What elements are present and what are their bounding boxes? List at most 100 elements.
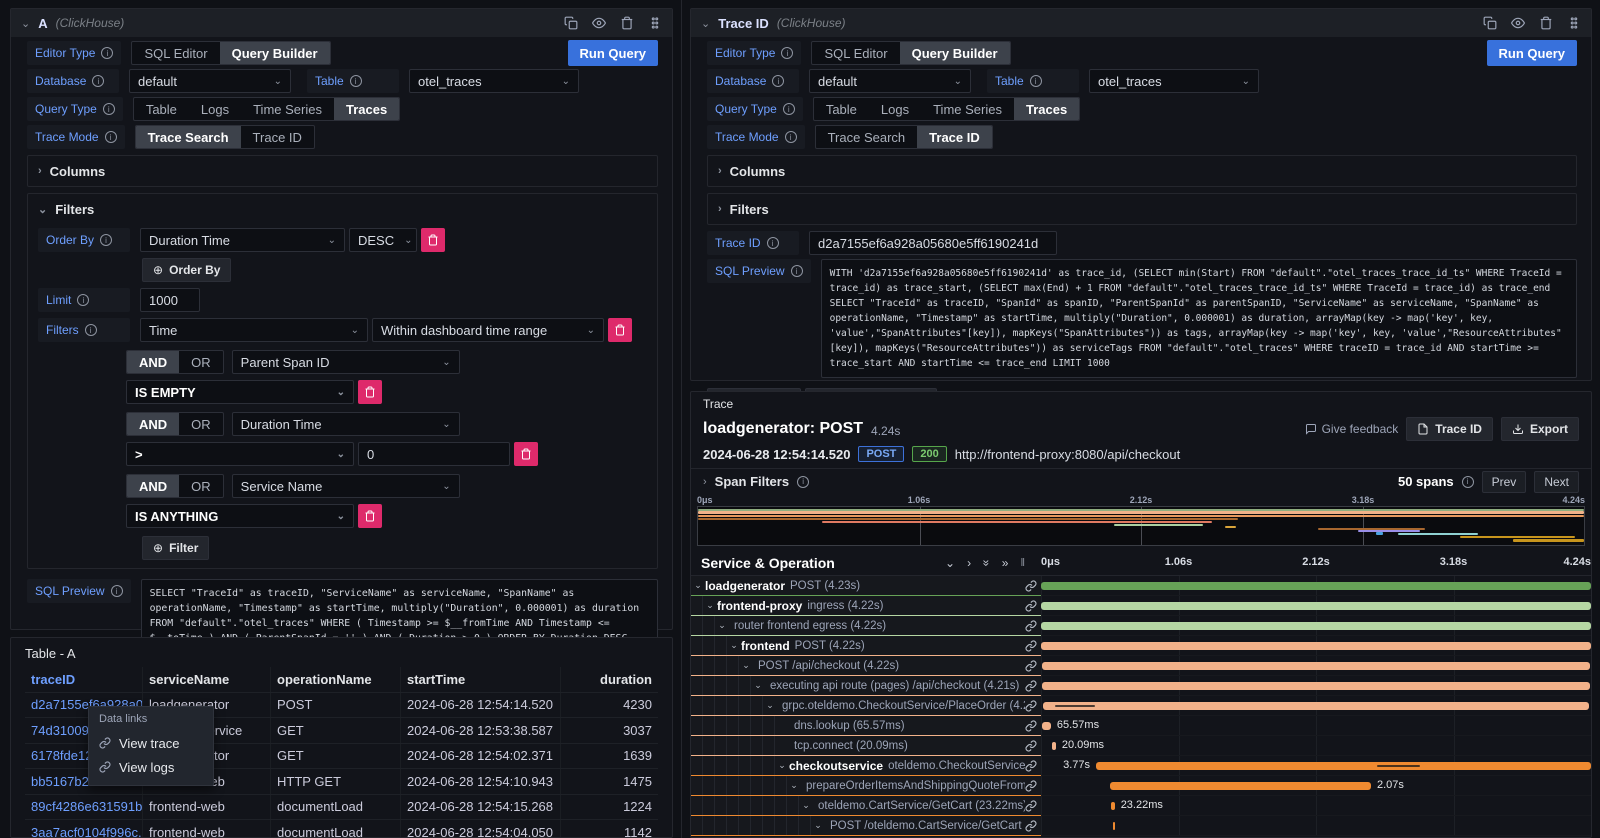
condition-field-select[interactable]: Service Name⌄ bbox=[232, 474, 460, 498]
join-and-option[interactable]: AND bbox=[127, 475, 179, 497]
span-timeline-cell[interactable] bbox=[1041, 576, 1591, 596]
join-or-option[interactable]: OR bbox=[179, 351, 223, 373]
table-row[interactable]: 3aa7acf0104f996c...frontend-webdocumentL… bbox=[25, 820, 658, 838]
span-link-icon[interactable] bbox=[1025, 720, 1037, 732]
export-button[interactable]: Export bbox=[1501, 417, 1579, 441]
trace-id-link[interactable]: 3aa7acf0104f996c... bbox=[25, 820, 143, 838]
panel-header-trace-id[interactable]: ⌄ Trace ID (ClickHouse) bbox=[691, 9, 1591, 37]
trace-mode-id[interactable]: Trace ID bbox=[917, 126, 992, 148]
trace-span-row[interactable]: ⌄executing api route (pages) /api/checko… bbox=[691, 676, 1591, 696]
condition-field-select[interactable]: Parent Span ID⌄ bbox=[232, 350, 460, 374]
span-timeline-cell[interactable]: 20.09ms bbox=[1041, 736, 1591, 756]
chevron-down-icon[interactable]: ⌄ bbox=[775, 760, 789, 771]
trace-span-row[interactable]: dns.lookup (65.57ms)65.57ms bbox=[691, 716, 1591, 736]
span-duration-bar[interactable] bbox=[1042, 722, 1051, 730]
table-select[interactable]: otel_traces⌄ bbox=[409, 69, 579, 93]
column-resizer-handle[interactable]: ‖ bbox=[1020, 557, 1025, 569]
span-timeline-cell[interactable] bbox=[1041, 596, 1591, 616]
expand-one-icon[interactable]: › bbox=[967, 556, 971, 570]
span-name-cell[interactable]: ⌄checkoutserviceoteldemo.CheckoutService… bbox=[691, 756, 1041, 776]
span-name-cell[interactable]: dns.lookup (65.57ms) bbox=[691, 716, 1041, 736]
add-order-by-button[interactable]: ⊕Order By bbox=[142, 258, 231, 282]
span-name-cell[interactable]: ⌄frontendPOST (4.22s) bbox=[691, 636, 1041, 656]
span-timeline-cell[interactable] bbox=[1041, 656, 1591, 676]
span-name-cell[interactable]: tcp.connect (20.09ms) bbox=[691, 736, 1041, 756]
panel-header-a[interactable]: ⌄ A (ClickHouse) bbox=[11, 9, 672, 37]
join-or-option[interactable]: OR bbox=[179, 475, 223, 497]
add-filter-button[interactable]: ⊕Filter bbox=[142, 536, 209, 560]
span-link-icon[interactable] bbox=[1025, 780, 1037, 792]
collapse-chevron-icon[interactable]: ⌄ bbox=[701, 17, 710, 30]
span-name-cell[interactable]: ⌄executing api route (pages) /api/checko… bbox=[691, 676, 1041, 696]
filter-field-select[interactable]: Time⌄ bbox=[140, 318, 368, 342]
view-logs-link[interactable]: View logs bbox=[99, 755, 203, 779]
chevron-down-icon[interactable]: ⌄ bbox=[691, 580, 705, 591]
span-name-cell[interactable]: ⌄frontend-proxyingress (4.22s) bbox=[691, 596, 1041, 616]
collapse-chevron-icon[interactable]: ⌄ bbox=[21, 17, 30, 30]
next-span-button[interactable]: Next bbox=[1534, 471, 1579, 493]
span-filters-title[interactable]: Span Filters bbox=[715, 474, 789, 489]
span-duration-bar[interactable] bbox=[1041, 582, 1591, 590]
condition-op-select[interactable]: IS ANYTHING⌄ bbox=[126, 504, 354, 528]
run-query-button[interactable]: Run Query bbox=[1487, 40, 1577, 66]
span-timeline-cell[interactable] bbox=[1041, 636, 1591, 656]
span-link-icon[interactable] bbox=[1025, 640, 1037, 652]
trace-id-input[interactable] bbox=[809, 231, 1057, 255]
hide-response-icon[interactable] bbox=[1511, 16, 1525, 30]
condition-op-select[interactable]: >⌄ bbox=[126, 442, 354, 466]
chevron-right-icon[interactable]: › bbox=[703, 476, 707, 488]
remove-condition-button[interactable] bbox=[358, 380, 382, 404]
remove-query-icon[interactable] bbox=[620, 16, 634, 30]
drag-handle-icon[interactable] bbox=[1567, 16, 1581, 30]
span-link-icon[interactable] bbox=[1025, 820, 1037, 832]
chevron-down-icon[interactable]: ⌄ bbox=[787, 780, 801, 791]
minimap-canvas[interactable] bbox=[697, 506, 1585, 546]
columns-collapse[interactable]: ›Columns bbox=[38, 162, 647, 180]
condition-value-input[interactable] bbox=[358, 442, 510, 466]
span-timeline-cell[interactable] bbox=[1041, 696, 1591, 716]
trace-minimap[interactable]: 0μs1.06s2.12s3.18s4.24s bbox=[697, 494, 1585, 546]
collapse-all-icon[interactable]: » bbox=[979, 559, 993, 566]
chevron-down-icon[interactable]: ⌄ bbox=[751, 680, 765, 691]
chevron-down-icon[interactable]: ⌄ bbox=[811, 820, 825, 831]
query-builder-option[interactable]: Query Builder bbox=[900, 42, 1010, 64]
chevron-down-icon[interactable]: ⌄ bbox=[727, 640, 741, 651]
span-duration-bar[interactable] bbox=[1042, 662, 1591, 670]
query-type-table[interactable]: Table bbox=[814, 98, 869, 120]
span-timeline-cell[interactable]: 23.22ms bbox=[1041, 796, 1591, 816]
table-select[interactable]: otel_traces⌄ bbox=[1089, 69, 1259, 93]
span-link-icon[interactable] bbox=[1025, 740, 1037, 752]
trace-span-row[interactable]: ⌄loadgeneratorPOST (4.23s) bbox=[691, 576, 1591, 596]
run-query-button[interactable]: Run Query bbox=[568, 40, 658, 66]
query-type-timeseries[interactable]: Time Series bbox=[921, 98, 1014, 120]
filter-value-select[interactable]: Within dashboard time range⌄ bbox=[372, 318, 604, 342]
remove-order-by-button[interactable] bbox=[421, 228, 445, 252]
filters-collapse[interactable]: ⌄Filters bbox=[38, 200, 647, 218]
condition-op-select[interactable]: IS EMPTY⌄ bbox=[126, 380, 354, 404]
span-duration-bar[interactable] bbox=[1041, 622, 1591, 630]
prev-span-button[interactable]: Prev bbox=[1482, 471, 1527, 493]
condition-field-select[interactable]: Duration Time⌄ bbox=[232, 412, 460, 436]
trace-span-row[interactable]: ⌄POST /oteldemo.CartService/GetCart bbox=[691, 816, 1591, 836]
span-timeline-cell[interactable] bbox=[1041, 616, 1591, 636]
expand-all-icon[interactable]: » bbox=[1002, 556, 1009, 570]
span-link-icon[interactable] bbox=[1025, 800, 1037, 812]
table-row[interactable]: 89cf4286e631591b4...frontend-webdocument… bbox=[25, 795, 658, 821]
span-link-icon[interactable] bbox=[1025, 680, 1037, 692]
duplicate-query-icon[interactable] bbox=[564, 16, 578, 30]
span-timeline-cell[interactable]: 2.07s bbox=[1041, 776, 1591, 796]
filters-collapse[interactable]: ›Filters bbox=[718, 200, 1566, 218]
collapse-one-icon[interactable]: ⌄ bbox=[945, 556, 955, 570]
join-and-option[interactable]: AND bbox=[127, 413, 179, 435]
span-duration-bar[interactable] bbox=[1113, 822, 1116, 830]
chevron-down-icon[interactable]: ⌄ bbox=[715, 620, 729, 631]
span-duration-bar[interactable] bbox=[1110, 782, 1371, 790]
span-timeline-cell[interactable] bbox=[1041, 816, 1591, 836]
chevron-down-icon[interactable]: ⌄ bbox=[799, 800, 813, 811]
span-name-cell[interactable]: ⌄router frontend egress (4.22s) bbox=[691, 616, 1041, 636]
remove-condition-button[interactable] bbox=[514, 442, 538, 466]
span-duration-bar[interactable] bbox=[1041, 602, 1591, 610]
trace-mode-search[interactable]: Trace Search bbox=[136, 126, 241, 148]
sql-editor-option[interactable]: SQL Editor bbox=[812, 42, 899, 64]
trace-id-link[interactable]: 89cf4286e631591b4... bbox=[25, 795, 143, 820]
